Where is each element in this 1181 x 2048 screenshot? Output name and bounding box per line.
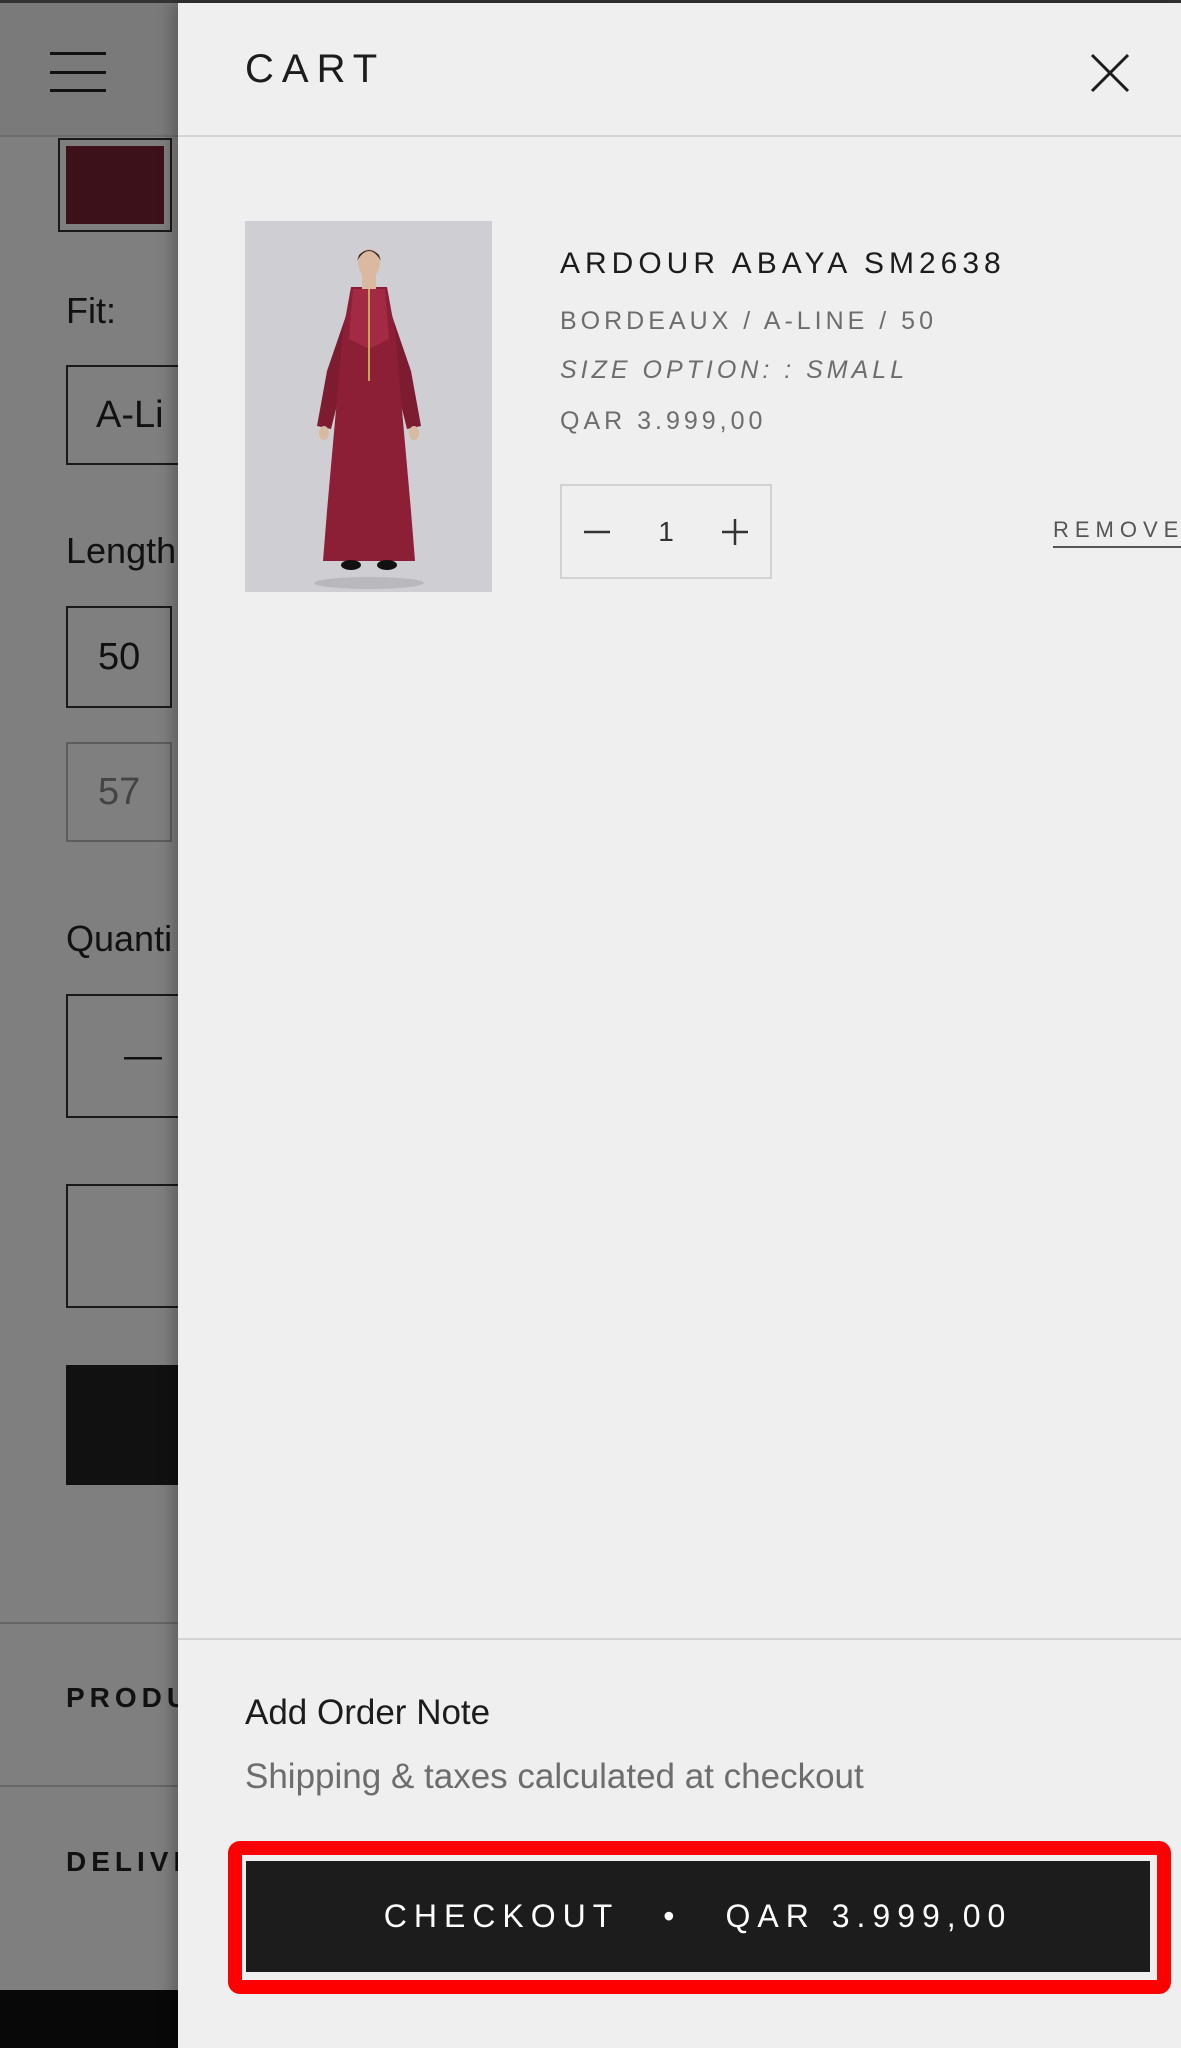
- quantity-stepper: 1: [560, 484, 772, 579]
- close-icon[interactable]: [1088, 51, 1132, 95]
- checkout-label: CHECKOUT: [383, 1898, 620, 1934]
- product-image[interactable]: [245, 221, 492, 592]
- remove-item-link[interactable]: REMOVE: [1053, 517, 1181, 548]
- item-title[interactable]: ARDOUR ABAYA SM2638: [560, 247, 1006, 281]
- minus-icon[interactable]: [562, 486, 632, 577]
- plus-icon[interactable]: [700, 486, 770, 577]
- shipping-taxes-note: Shipping & taxes calculated at checkout: [245, 1757, 864, 1796]
- item-price: QAR 3.999,00: [560, 407, 767, 435]
- cart-header: CART: [178, 3, 1181, 137]
- checkout-total: QAR 3.999,00: [725, 1898, 1013, 1934]
- item-size-option: SIZE OPTION: : SMALL: [560, 356, 909, 384]
- item-variant: BORDEAUX / A-LINE / 50: [560, 307, 937, 335]
- footer-divider: [178, 1638, 1181, 1640]
- quantity-value[interactable]: 1: [658, 516, 674, 548]
- cart-line-item: ARDOUR ABAYA SM2638 BORDEAUX / A-LINE / …: [245, 221, 1181, 596]
- checkout-button[interactable]: CHECKOUT • QAR 3.999,00: [246, 1861, 1150, 1972]
- item-details: ARDOUR ABAYA SM2638 BORDEAUX / A-LINE / …: [560, 247, 1006, 436]
- cart-title: CART: [245, 47, 386, 91]
- cart-drawer: CART ARDOUR ABAYA SM2638 BORDEAUX / A-LI…: [178, 3, 1181, 2048]
- add-order-note-link[interactable]: Add Order Note: [245, 1693, 490, 1733]
- checkout-separator: •: [663, 1898, 682, 1934]
